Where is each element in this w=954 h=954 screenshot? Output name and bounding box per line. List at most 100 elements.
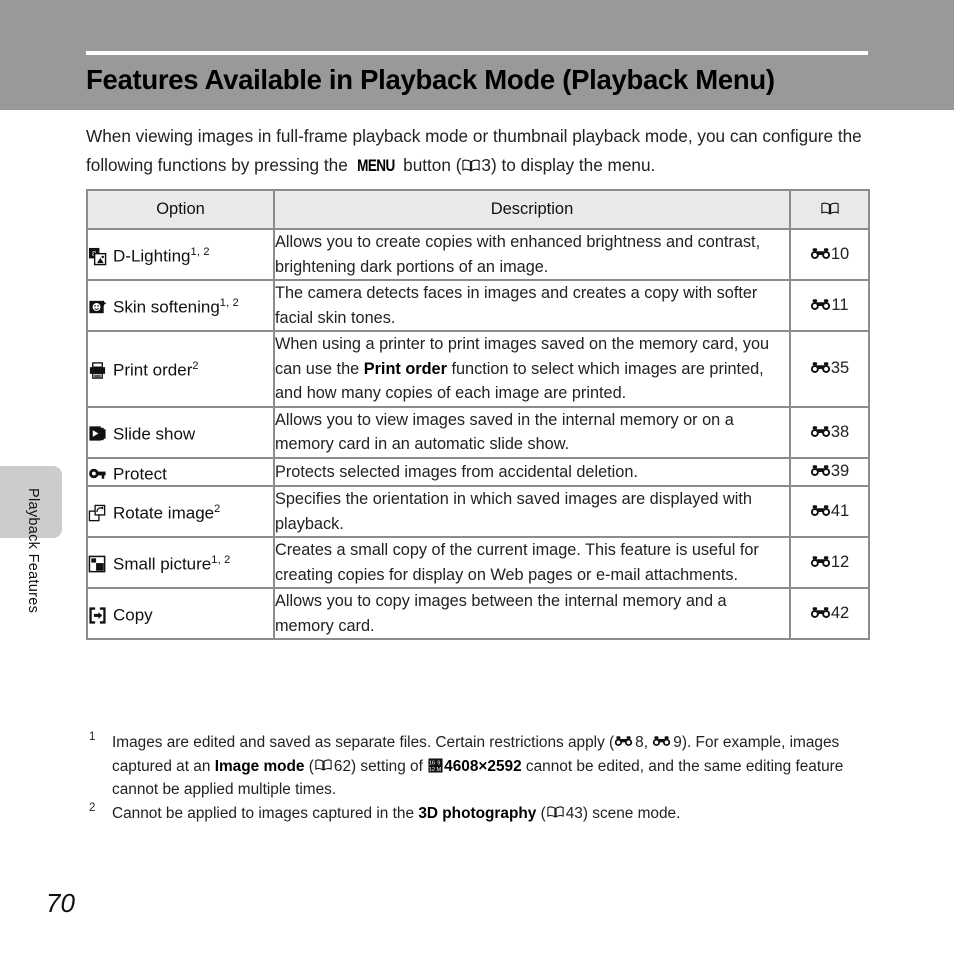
manual-page: Features Available in Playback Mode (Pla… [0, 0, 954, 954]
table-row: Copy Allows you to copy images between t… [86, 587, 870, 641]
book-icon [462, 159, 481, 172]
binoculars-icon [810, 298, 831, 311]
footnote-2: 2 Cannot be applied to images captured in… [86, 802, 876, 826]
footnote-marker: 2 [89, 801, 96, 814]
binoculars-icon [810, 425, 831, 438]
reference-cell: 11 [789, 279, 870, 332]
reference-number: 42 [830, 604, 850, 623]
binoculars-icon [614, 735, 635, 748]
footnote-text-2c: ) scene mode. [582, 804, 681, 822]
book-icon [820, 202, 839, 215]
binoculars-icon [652, 735, 673, 748]
description-cell: Allows you to create copies with enhance… [273, 228, 791, 281]
table-row: 8 D-Lighting1, 2 Allows you to create co… [86, 228, 870, 281]
option-footnote-marker: 1, 2 [190, 246, 210, 259]
reference-number: 12 [830, 553, 850, 572]
table-row: Small picture1, 2 Creates a small copy o… [86, 536, 870, 590]
description-cell: Specifies the orientation in which saved… [273, 485, 791, 539]
reference-cell: 38 [789, 405, 870, 459]
column-header-reference [789, 189, 870, 230]
reference-cell: 42 [789, 587, 870, 641]
option-footnote-marker: 2 [192, 360, 199, 373]
option-footnote-marker: 1, 2 [219, 297, 239, 310]
svg-text:9: 9 [437, 760, 440, 766]
table-row: Rotate image2 Specifies the orientation … [86, 485, 870, 539]
option-label: Skin softening [113, 297, 220, 317]
footnote-text-2b: ( [536, 804, 546, 822]
option-label: Small picture [113, 554, 212, 574]
table-row: Protect Protects selected images from ac… [86, 456, 870, 488]
description-cell: When using a printer to print images sav… [273, 330, 791, 408]
copy-icon [88, 606, 107, 625]
description-bold-term: Print order [363, 359, 447, 378]
reference-number: 38 [830, 422, 850, 441]
svg-text:12: 12 [429, 767, 435, 773]
footnote-ref-c: 62 [333, 757, 352, 775]
svg-text:16: 16 [429, 760, 435, 766]
reference-cell: 35 [789, 330, 870, 408]
intro-ref-page: 3 [481, 154, 491, 175]
skin-softening-icon [88, 298, 107, 317]
binoculars-icon [810, 247, 831, 260]
option-label: Slide show [113, 424, 196, 444]
book-icon [547, 806, 565, 819]
reference-cell: 12 [789, 536, 870, 590]
print-order-icon [88, 361, 107, 380]
reference-number: 41 [830, 502, 850, 521]
table-header-row: Option Description [86, 189, 870, 230]
description-cell: Creates a small copy of the current imag… [273, 536, 791, 590]
footnotes-block: 1 Images are edited and saved as separate… [86, 731, 876, 825]
footnote-bold-image-mode: Image mode [214, 757, 305, 775]
option-cell-slide-show: Slide show [86, 405, 275, 459]
footnote-separator: , [643, 734, 653, 751]
page-header-band: Features Available in Playback Mode (Pla… [0, 0, 954, 110]
slide-show-icon [88, 424, 107, 443]
binoculars-icon [810, 504, 831, 517]
d-lighting-icon: 8 [88, 247, 107, 266]
reference-number: 10 [830, 245, 850, 263]
intro-text-part3: ) to display the menu. [490, 154, 656, 175]
option-cell-copy: Copy [86, 587, 275, 641]
image-mode-icon: 16 9 12 M [428, 758, 443, 773]
option-label: Protect [113, 464, 167, 484]
option-label: Print order [113, 361, 193, 381]
reference-number: 11 [831, 296, 849, 314]
book-icon [315, 759, 333, 772]
column-header-description: Description [273, 189, 791, 230]
reference-cell: 39 [789, 456, 870, 488]
option-label: D-Lighting [113, 246, 191, 266]
table-row: Print order2 When using a printer to pri… [86, 330, 870, 408]
page-number: 70 [46, 888, 75, 918]
footnote-text-1d: ) setting of [351, 757, 428, 775]
footnote-bold-resolution: 4608×2592 [444, 757, 522, 775]
option-label: Copy [113, 605, 153, 625]
intro-text-part2: button ( [398, 154, 462, 175]
option-cell-protect: Protect [86, 456, 275, 488]
description-cell: Allows you to copy images between the in… [273, 587, 791, 641]
reference-number: 39 [830, 462, 850, 481]
section-tab-label: Playback Features [25, 488, 41, 614]
protect-key-icon [88, 464, 107, 483]
option-cell-rotate-image: Rotate image2 [86, 485, 275, 539]
binoculars-icon [810, 361, 831, 374]
footnote-marker: 1 [89, 731, 96, 743]
intro-paragraph: When viewing images in full-frame playba… [86, 122, 876, 180]
description-cell: The camera detects faces in images and c… [273, 279, 791, 332]
column-header-option: Option [86, 189, 275, 230]
description-cell: Allows you to view images saved in the i… [273, 405, 791, 459]
footnote-text-2a: Cannot be applied to images captured in … [112, 804, 419, 822]
option-footnote-marker: 1, 2 [211, 554, 231, 567]
svg-text:M: M [437, 767, 442, 773]
binoculars-icon [810, 464, 831, 477]
footnote-text-1a: Images are edited and saved as separate … [112, 734, 615, 751]
table-row: Slide show Allows you to view images sav… [86, 405, 870, 459]
footnote-ref-a: 8 [635, 734, 644, 751]
rotate-image-icon [88, 504, 107, 523]
reference-number: 35 [830, 359, 850, 378]
description-cell: Protects selected images from accidental… [273, 456, 791, 488]
header-rule [86, 51, 868, 55]
reference-cell: 41 [789, 485, 870, 539]
option-cell-skin-softening: Skin softening1, 2 [86, 279, 275, 332]
playback-menu-table: Option Description D-Lighting1, 2 Allows… [86, 189, 870, 641]
menu-button-glyph: MENU [356, 156, 395, 175]
